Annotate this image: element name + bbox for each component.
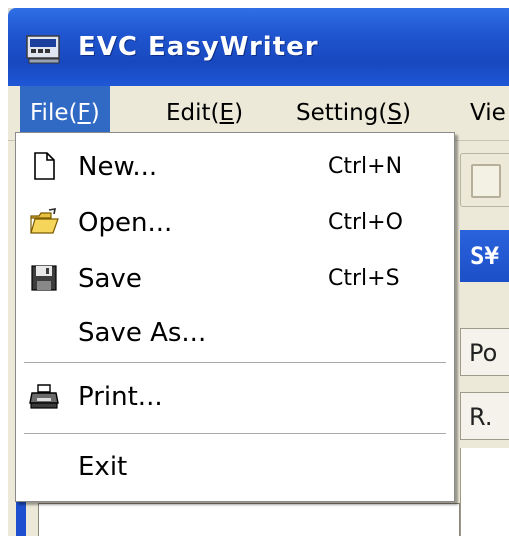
menu-item-exit[interactable]: Exit xyxy=(16,439,454,495)
field-po[interactable]: Po xyxy=(460,328,509,376)
menu-separator xyxy=(24,433,446,435)
printer-icon xyxy=(29,384,59,409)
save-icon xyxy=(31,265,57,291)
menu-item-label: Exit xyxy=(78,452,128,482)
title-bar[interactable]: EVC EasyWriter xyxy=(8,8,509,86)
menu-item-shortcut: Ctrl+S xyxy=(328,266,400,291)
paste-icon xyxy=(471,164,501,198)
open-folder-icon xyxy=(30,208,59,234)
window-title: EVC EasyWriter xyxy=(78,32,319,62)
menu-item-label: Save xyxy=(78,264,142,294)
menu-item-open[interactable]: Open... Ctrl+O xyxy=(16,195,454,251)
field-r[interactable]: R. xyxy=(460,392,509,440)
content-pane xyxy=(460,448,509,536)
paste-button[interactable] xyxy=(460,153,509,207)
child-window-title: S¥ xyxy=(460,230,509,282)
menu-item-new[interactable]: New... Ctrl+N xyxy=(16,139,454,195)
menu-item-save-as[interactable]: Save As... xyxy=(16,305,454,361)
file-menu-dropdown: New... Ctrl+N Open... Ctrl+O Save Ctrl+S… xyxy=(15,132,455,502)
menu-item-label: Print... xyxy=(78,382,163,412)
menu-view[interactable]: Vie xyxy=(460,86,509,140)
menu-item-label: Open... xyxy=(78,208,173,238)
bottom-pane xyxy=(38,503,460,536)
menu-item-label: Save As... xyxy=(78,318,207,348)
menu-item-label: New... xyxy=(78,152,158,182)
menu-item-print[interactable]: Print... xyxy=(16,369,454,425)
app-icon xyxy=(26,35,60,64)
menu-item-shortcut: Ctrl+N xyxy=(328,154,403,179)
new-file-icon xyxy=(34,152,55,180)
menu-separator xyxy=(24,362,446,364)
menu-item-save[interactable]: Save Ctrl+S xyxy=(16,251,454,307)
menu-item-shortcut: Ctrl+O xyxy=(328,210,403,235)
